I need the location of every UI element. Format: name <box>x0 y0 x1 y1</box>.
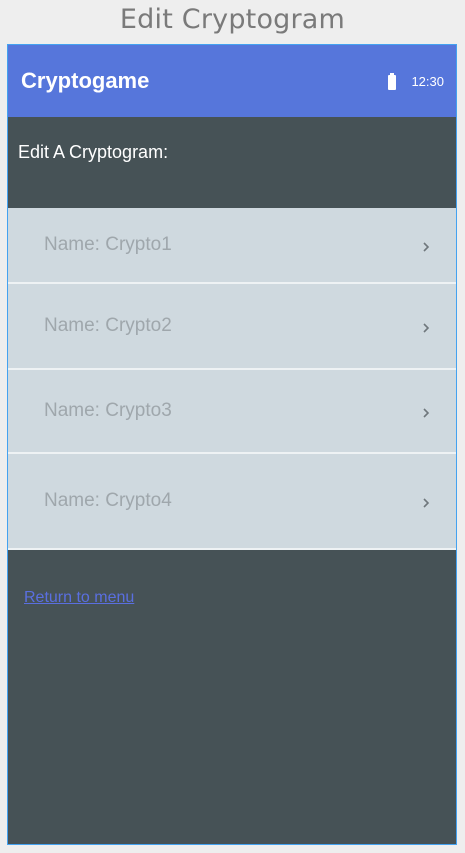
return-to-menu-link[interactable]: Return to menu <box>24 589 134 607</box>
battery-icon <box>387 72 397 90</box>
app-title: Cryptogame <box>21 68 150 93</box>
list-item-crypto2[interactable]: Name: Crypto2 <box>8 284 456 370</box>
list-item-crypto4[interactable]: Name: Crypto4 <box>8 454 456 550</box>
list-item-crypto1[interactable]: Name: Crypto1 <box>8 208 456 284</box>
list-item-label: Name: Crypto4 <box>44 490 172 511</box>
section-heading: Edit A Cryptogram: <box>18 142 169 162</box>
chevron-right-icon <box>421 496 431 510</box>
page-title: Edit Cryptogram <box>119 4 346 35</box>
list-item-crypto3[interactable]: Name: Crypto3 <box>8 370 456 454</box>
cryptogram-list: Name: Crypto1 Name: Crypto2 Name: Crypto… <box>8 208 456 550</box>
app-bar: Cryptogame 12:30 <box>8 45 456 117</box>
list-item-label: Name: Crypto3 <box>44 400 172 421</box>
chevron-right-icon <box>421 240 431 254</box>
status-area: 12:30 <box>387 72 444 90</box>
chevron-right-icon <box>421 406 431 420</box>
list-item-label: Name: Crypto2 <box>44 315 172 336</box>
clock: 12:30 <box>411 73 444 89</box>
list-item-label: Name: Crypto1 <box>44 234 172 255</box>
chevron-right-icon <box>421 321 431 335</box>
phone-screen: Cryptogame 12:30 Edit A Cryptogram: Name… <box>7 44 457 845</box>
